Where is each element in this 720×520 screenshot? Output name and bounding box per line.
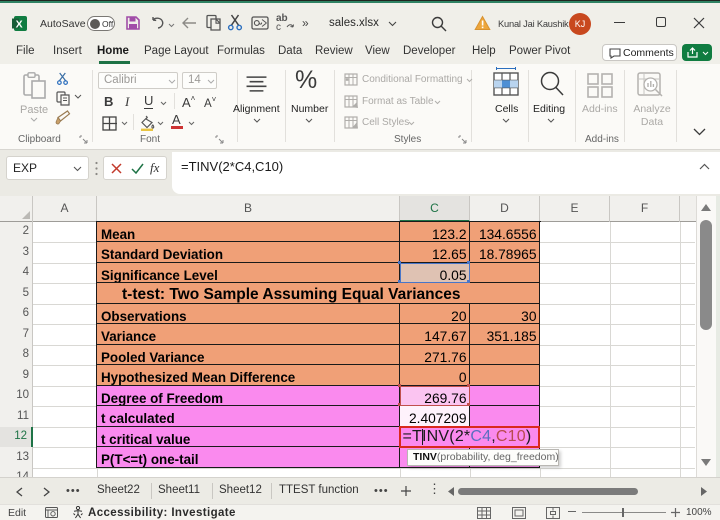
- svg-text:X: X: [16, 19, 23, 31]
